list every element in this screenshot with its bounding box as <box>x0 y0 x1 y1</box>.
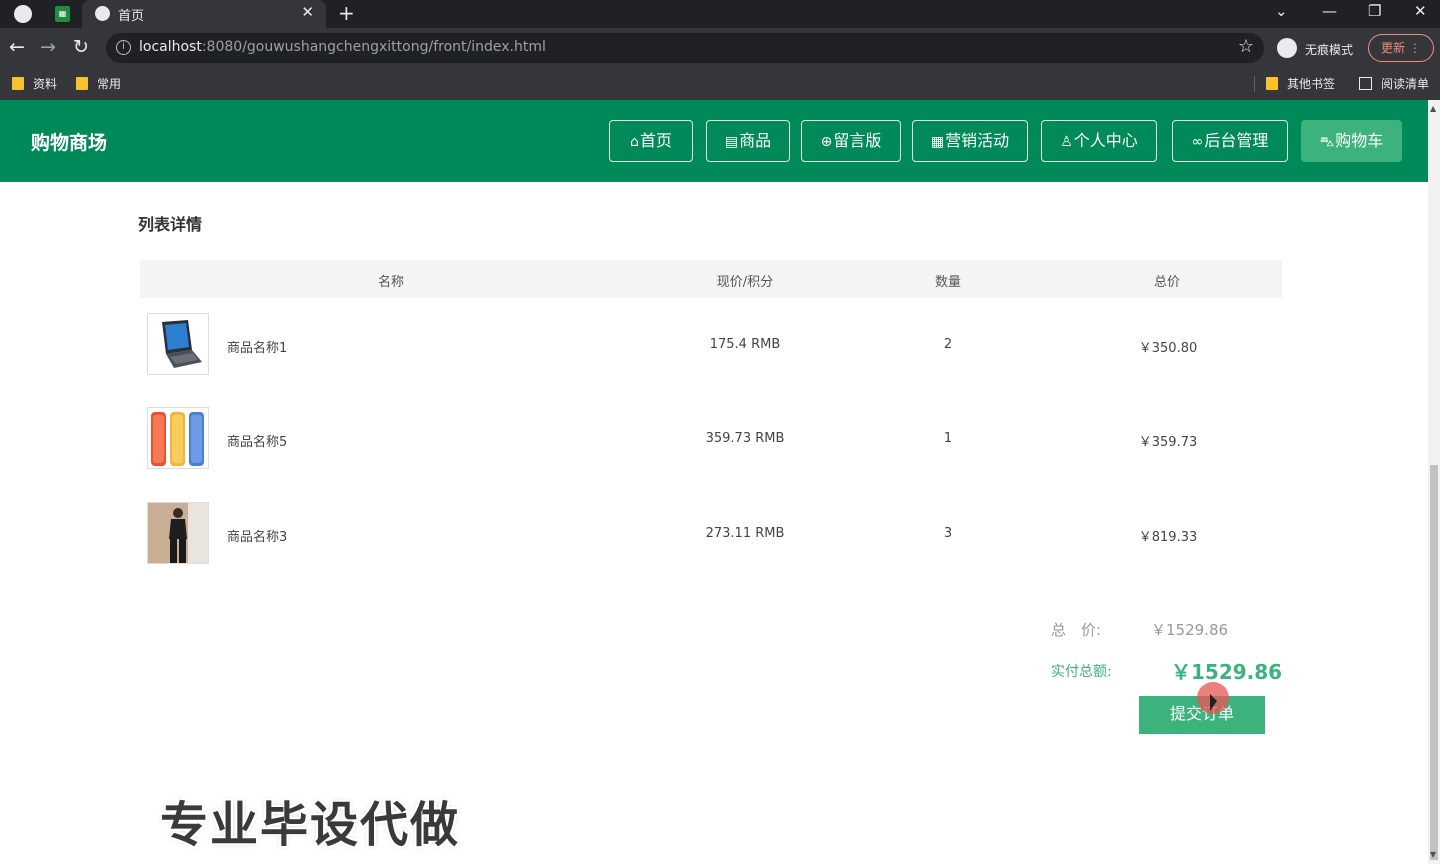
bookmark-folder[interactable]: 资料 <box>12 75 57 92</box>
bookmarks-bar: 资料 常用 其他书签 阅读清单 <box>0 68 1440 100</box>
nav-message-board[interactable]: ⊕留言版 <box>801 120 901 162</box>
incognito-icon[interactable] <box>1277 38 1297 58</box>
minimize-icon[interactable]: — <box>1322 2 1337 20</box>
globe-icon <box>95 6 110 21</box>
bookmark-label: 常用 <box>97 77 122 91</box>
nav-user-center[interactable]: ♙个人中心 <box>1041 120 1157 162</box>
cart-icon: ⛍ <box>1319 134 1335 150</box>
address-bar[interactable]: i localhost:8080/gouwushangchengxittong/… <box>106 33 1264 63</box>
link-icon: ∞ <box>1191 134 1204 150</box>
table-row: 商品名称3 273.11 RMB 3 ￥819.33 <box>140 487 1282 581</box>
reading-list-icon <box>1359 77 1372 90</box>
home-icon: ⌂ <box>630 134 639 150</box>
divider <box>1254 76 1255 92</box>
back-icon[interactable]: ← <box>9 36 25 58</box>
total-value: ￥1529.86 <box>1151 621 1229 639</box>
product-qty: 2 <box>943 337 953 352</box>
nav-label: 后台管理 <box>1204 131 1269 150</box>
scroll-up-icon[interactable]: ▲ <box>1430 104 1436 113</box>
globe-icon[interactable] <box>14 5 32 23</box>
table-row: 商品名称1 175.4 RMB 2 ￥350.80 <box>140 298 1282 392</box>
calendar-icon: ▤ <box>724 134 739 150</box>
column-header-name: 名称 <box>377 275 405 290</box>
nav-label: 留言版 <box>833 131 882 150</box>
folder-icon <box>1266 77 1278 90</box>
url-path: :8080/gouwushangchengxittong/front/index… <box>201 39 546 55</box>
incognito-label[interactable]: 无痕模式 <box>1305 41 1353 58</box>
bookmark-label: 资料 <box>33 77 58 91</box>
product-name[interactable]: 商品名称1 <box>227 337 287 356</box>
close-icon[interactable]: ✕ <box>301 3 314 21</box>
update-label: 更新 <box>1381 41 1406 55</box>
watermark-text: 专业毕设代做 <box>160 797 461 853</box>
tab-title: 首页 <box>118 9 145 24</box>
nav-label: 商品 <box>739 131 772 150</box>
reload-icon[interactable]: ↻ <box>73 36 89 58</box>
paid-value: ￥1529.86 <box>1171 660 1283 684</box>
scroll-down-icon[interactable]: ▼ <box>1430 850 1436 859</box>
scroll-thumb[interactable] <box>1430 465 1438 860</box>
url-host: localhost <box>139 39 202 55</box>
product-total: ￥359.73 <box>1138 435 1198 450</box>
nav-label: 首页 <box>639 131 672 150</box>
product-price: 175.4 RMB <box>709 337 781 352</box>
product-qty: 3 <box>943 526 953 541</box>
total-label: 总 价: <box>1051 621 1102 639</box>
product-thumbnail-laptop[interactable] <box>147 313 209 375</box>
product-qty: 1 <box>943 431 953 446</box>
grid-icon: ▦ <box>930 134 945 150</box>
user-icon: ♙ <box>1060 134 1073 150</box>
bookmark-label: 阅读清单 <box>1381 77 1430 91</box>
bookmark-label: 其他书签 <box>1287 77 1336 91</box>
nav-promotions[interactable]: ▦营销活动 <box>912 120 1028 162</box>
cursor-icon <box>1210 694 1217 711</box>
star-icon[interactable]: ☆ <box>1238 36 1254 57</box>
site-header: 购物商场 ⌂首页 ▤商品 ⊕留言版 ▦营销活动 ♙个人中心 ∞后台管理 ⛍购物车 <box>0 100 1428 182</box>
page-scrollbar[interactable]: ▲ ▼ <box>1428 100 1440 864</box>
product-price: 273.11 RMB <box>705 526 785 541</box>
chevron-down-icon[interactable]: ⌄ <box>1275 2 1288 20</box>
new-tab-icon[interactable]: + <box>338 1 355 25</box>
bookmark-folder[interactable]: 常用 <box>76 75 121 92</box>
browser-tab-active[interactable]: 首页 ✕ <box>82 0 326 28</box>
nav-admin[interactable]: ∞后台管理 <box>1172 120 1288 162</box>
product-name[interactable]: 商品名称5 <box>227 431 287 450</box>
table-row: 商品名称5 359.73 RMB 1 ￥359.73 <box>140 392 1282 486</box>
product-thumbnail-clothing[interactable] <box>147 502 209 564</box>
column-header-qty: 数量 <box>934 275 962 290</box>
cart-table-header: 名称 现价/积分 数量 总价 <box>140 260 1282 298</box>
nav-label: 营销活动 <box>945 131 1010 150</box>
product-total: ￥350.80 <box>1138 341 1198 356</box>
forward-icon[interactable]: → <box>40 36 56 58</box>
info-icon[interactable]: i <box>116 40 131 55</box>
update-button[interactable]: 更新 ⋮ <box>1368 34 1434 62</box>
restore-icon[interactable]: ❐ <box>1368 2 1381 20</box>
column-header-total: 总价 <box>1153 275 1181 290</box>
product-name[interactable]: 商品名称3 <box>227 526 287 545</box>
url-text[interactable]: localhost:8080/gouwushangchengxittong/fr… <box>139 39 546 55</box>
section-title: 列表详情 <box>138 215 203 234</box>
nav-label: 个人中心 <box>1073 131 1138 150</box>
nav-label: 购物车 <box>1335 131 1384 150</box>
site-brand[interactable]: 购物商场 <box>31 128 107 155</box>
reading-list[interactable]: 阅读清单 <box>1359 75 1429 92</box>
window-close-icon[interactable]: ✕ <box>1414 2 1427 20</box>
column-header-price: 现价/积分 <box>716 275 774 290</box>
browser-toolbar: ← → ↻ i localhost:8080/gouwushangchengxi… <box>0 28 1440 68</box>
product-total: ￥819.33 <box>1138 530 1198 545</box>
browser-tab-bar: ▦ 首页 ✕ + ⌄ — ❐ ✕ <box>0 0 1440 28</box>
product-price: 359.73 RMB <box>705 431 785 446</box>
nav-products[interactable]: ▤商品 <box>706 120 790 162</box>
folder-icon <box>76 77 88 90</box>
globe-icon: ⊕ <box>820 134 833 150</box>
nav-cart[interactable]: ⛍购物车 <box>1301 120 1402 162</box>
bookmark-folder-other[interactable]: 其他书签 <box>1266 75 1335 92</box>
nav-home[interactable]: ⌂首页 <box>609 120 693 162</box>
folder-icon <box>12 77 24 90</box>
product-thumbnail-phones[interactable] <box>147 407 209 469</box>
paid-label: 实付总额: <box>1051 664 1112 680</box>
sheet-tab-icon[interactable]: ▦ <box>55 6 70 22</box>
